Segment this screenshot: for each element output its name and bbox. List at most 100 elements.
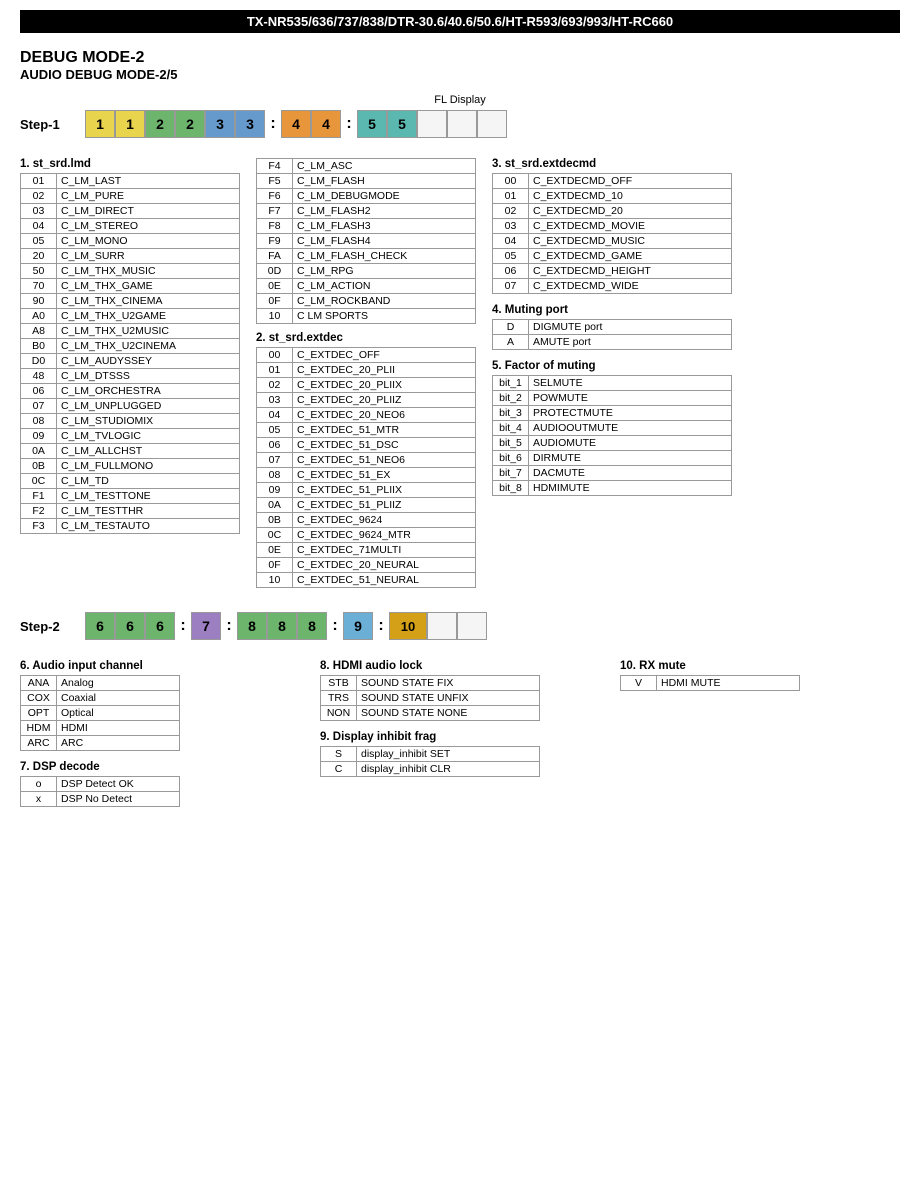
table-row: 0AC_EXTDEC_51_PLIIZ	[257, 498, 476, 513]
table-row: F7C_LM_FLASH2	[257, 204, 476, 219]
step2-cells: 6 6 6 : 7 : 8 8 8 : 9 : 10	[85, 612, 487, 640]
step2-colon-4: :	[373, 612, 389, 640]
fl-display-label: FL Display	[20, 94, 900, 106]
section6-table: ANAAnalog COXCoaxial OPTOptical HDMHDMI …	[20, 675, 180, 751]
step2-cell-e2	[457, 612, 487, 640]
table-row: 07C_EXTDECMD_WIDE	[493, 279, 732, 294]
section3-table: 00C_EXTDECMD_OFF 01C_EXTDECMD_10 02C_EXT…	[492, 173, 732, 294]
table-row: 09C_LM_TVLOGIC	[21, 429, 240, 444]
step1-cell-2: 1	[115, 110, 145, 138]
table-row: 00C_EXTDECMD_OFF	[493, 174, 732, 189]
table-row: 09C_EXTDEC_51_PLIIX	[257, 483, 476, 498]
table-row: OPTOptical	[21, 706, 180, 721]
col-section3-5: 3. st_srd.extdecmd 00C_EXTDECMD_OFF 01C_…	[492, 158, 732, 596]
table-row: F1C_LM_TESTTONE	[21, 489, 240, 504]
page-title-line2: AUDIO DEBUG MODE-2/5	[20, 67, 900, 82]
table-row: 02C_LM_PURE	[21, 189, 240, 204]
table-row: F4C_LM_ASC	[257, 159, 476, 174]
table-row: AAMUTE port	[493, 335, 732, 350]
table-row: A0C_LM_THX_U2GAME	[21, 309, 240, 324]
col-section1b-2: F4C_LM_ASC F5C_LM_FLASH F6C_LM_DEBUGMODE…	[256, 158, 476, 596]
table-row: 04C_LM_STEREO	[21, 219, 240, 234]
table-row: 03C_EXTDECMD_MOVIE	[493, 219, 732, 234]
table-row: 0BC_LM_FULLMONO	[21, 459, 240, 474]
table-row: bit_3PROTECTMUTE	[493, 406, 732, 421]
table-row: 01C_EXTDEC_20_PLII	[257, 363, 476, 378]
table-row: Cdisplay_inhibit CLR	[321, 762, 540, 777]
table-row: COXCoaxial	[21, 691, 180, 706]
table-row: NONSOUND STATE NONE	[321, 706, 540, 721]
section1b-table: F4C_LM_ASC F5C_LM_FLASH F6C_LM_DEBUGMODE…	[256, 158, 476, 324]
table-row: bit_5AUDIOMUTE	[493, 436, 732, 451]
section2-table: 00C_EXTDEC_OFF 01C_EXTDEC_20_PLII 02C_EX…	[256, 347, 476, 588]
table-row: bit_8HDMIMUTE	[493, 481, 732, 496]
section5-table: bit_1SELMUTE bit_2POWMUTE bit_3PROTECTMU…	[492, 375, 732, 496]
table-row: 03C_EXTDEC_20_PLIIZ	[257, 393, 476, 408]
step1-cell-3: 2	[145, 110, 175, 138]
section4-table: DDIGMUTE port AAMUTE port	[492, 319, 732, 350]
table-row: 20C_LM_SURR	[21, 249, 240, 264]
section1-title: 1. st_srd.lmd	[20, 158, 240, 170]
table-row: HDMHDMI	[21, 721, 180, 736]
step1-cell-4: 2	[175, 110, 205, 138]
step2-cell-3: 6	[145, 612, 175, 640]
table-row: F3C_LM_TESTAUTO	[21, 519, 240, 534]
step2-colon-1: :	[175, 612, 191, 640]
table-row: F2C_LM_TESTTHR	[21, 504, 240, 519]
table-row: FAC_LM_FLASH_CHECK	[257, 249, 476, 264]
header-title: TX-NR535/636/737/838/DTR-30.6/40.6/50.6/…	[20, 10, 900, 33]
section3-title: 3. st_srd.extdecmd	[492, 158, 732, 170]
step2-cell-7: 8	[297, 612, 327, 640]
table-row: 05C_LM_MONO	[21, 234, 240, 249]
step2-cell-8: 9	[343, 612, 373, 640]
step1-cell-8: 4	[311, 110, 341, 138]
step1-row: Step-1 1 1 2 2 3 3 : 4 4 : 5 5	[20, 110, 900, 138]
table-row: ARCARC	[21, 736, 180, 751]
table-row: 06C_EXTDEC_51_DSC	[257, 438, 476, 453]
step1-cell-1: 1	[85, 110, 115, 138]
step2-row: Step-2 6 6 6 : 7 : 8 8 8 : 9 : 10	[20, 612, 900, 640]
step1-cells: 1 1 2 2 3 3 : 4 4 : 5 5	[85, 110, 507, 138]
table-row: 0DC_LM_RPG	[257, 264, 476, 279]
table-row: 04C_EXTDEC_20_NEO6	[257, 408, 476, 423]
table-row: 07C_LM_UNPLUGGED	[21, 399, 240, 414]
table-row: 50C_LM_THX_MUSIC	[21, 264, 240, 279]
section9-table: Sdisplay_inhibit SET Cdisplay_inhibit CL…	[320, 746, 540, 777]
section4-block: 4. Muting port DDIGMUTE port AAMUTE port	[492, 304, 732, 350]
table-row: DDIGMUTE port	[493, 320, 732, 335]
table-row: bit_4AUDIOOUTMUTE	[493, 421, 732, 436]
section6-block: 6. Audio input channel ANAAnalog COXCoax…	[20, 660, 300, 815]
table-row: 08C_LM_STUDIOMIX	[21, 414, 240, 429]
table-row: 08C_EXTDEC_51_EX	[257, 468, 476, 483]
section8-title: 8. HDMI audio lock	[320, 660, 600, 672]
step2-cell-2: 6	[115, 612, 145, 640]
table-row: F5C_LM_FLASH	[257, 174, 476, 189]
section7-title: 7. DSP decode	[20, 761, 300, 773]
table-row: Sdisplay_inhibit SET	[321, 747, 540, 762]
step1-cell-6: 3	[235, 110, 265, 138]
table-row: 06C_LM_ORCHESTRA	[21, 384, 240, 399]
section6-title: 6. Audio input channel	[20, 660, 300, 672]
table-row: bit_6DIRMUTE	[493, 451, 732, 466]
table-row: 0CC_EXTDEC_9624_MTR	[257, 528, 476, 543]
table-row: 00C_EXTDEC_OFF	[257, 348, 476, 363]
section5-title: 5. Factor of muting	[492, 360, 732, 372]
section2-title: 2. st_srd.extdec	[256, 332, 476, 344]
table-row: F6C_LM_DEBUGMODE	[257, 189, 476, 204]
table-row: 0FC_EXTDEC_20_NEURAL	[257, 558, 476, 573]
table-row: 0CC_LM_TD	[21, 474, 240, 489]
table-row: xDSP No Detect	[21, 792, 180, 807]
table-row: 05C_EXTDEC_51_MTR	[257, 423, 476, 438]
step1-colon-1: :	[265, 110, 281, 138]
section3-block: 3. st_srd.extdecmd 00C_EXTDECMD_OFF 01C_…	[492, 158, 732, 294]
step2-cell-1: 6	[85, 612, 115, 640]
step1-cell-7: 4	[281, 110, 311, 138]
table-row: 48C_LM_DTSSS	[21, 369, 240, 384]
table-row: 0BC_EXTDEC_9624	[257, 513, 476, 528]
step2-content: 6. Audio input channel ANAAnalog COXCoax…	[20, 660, 900, 815]
section7-table: oDSP Detect OK xDSP No Detect	[20, 776, 180, 807]
table-row: 70C_LM_THX_GAME	[21, 279, 240, 294]
table-row: 02C_EXTDECMD_20	[493, 204, 732, 219]
table-row: 01C_EXTDECMD_10	[493, 189, 732, 204]
table-row: 0AC_LM_ALLCHST	[21, 444, 240, 459]
